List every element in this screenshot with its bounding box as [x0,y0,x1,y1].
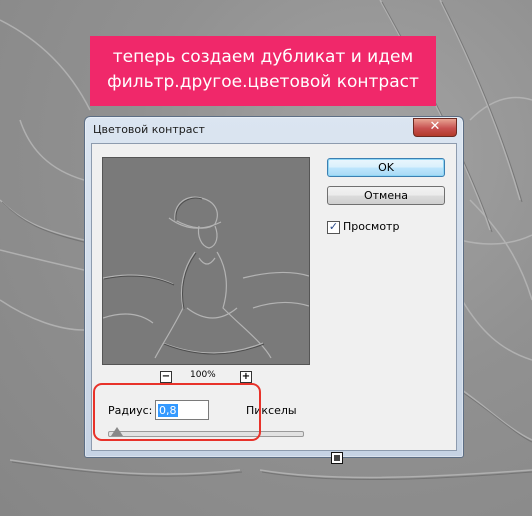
close-icon: ✕ [429,119,441,134]
preview-image [103,158,309,364]
banner-line-2: фильтр.другое.цветовой контраст [107,72,419,92]
zoom-in-icon: + [241,371,251,382]
filter-preview[interactable] [102,157,310,365]
zoom-out-icon: − [161,371,171,382]
radius-highlight-frame [93,383,261,441]
resize-handle-icon[interactable] [331,452,343,464]
dialog-title: Цветовой контраст [93,123,205,136]
ok-button[interactable]: OK [327,158,445,177]
instruction-banner: теперь создаем дубликат и идем фильтр.др… [90,36,436,106]
zoom-out-button[interactable]: − [160,371,172,383]
checkmark-icon: ✓ [328,220,339,233]
banner-line-1: теперь создаем дубликат и идем [112,47,414,67]
cancel-button[interactable]: Отмена [327,186,445,205]
preview-checkbox-label[interactable]: Просмотр [343,220,399,233]
preview-checkbox[interactable]: ✓ [327,221,340,234]
dialog-titlebar[interactable]: Цветовой контраст ✕ [85,117,463,143]
close-button[interactable]: ✕ [413,118,457,137]
zoom-in-button[interactable]: + [240,371,252,383]
zoom-level: 100% [190,370,216,380]
